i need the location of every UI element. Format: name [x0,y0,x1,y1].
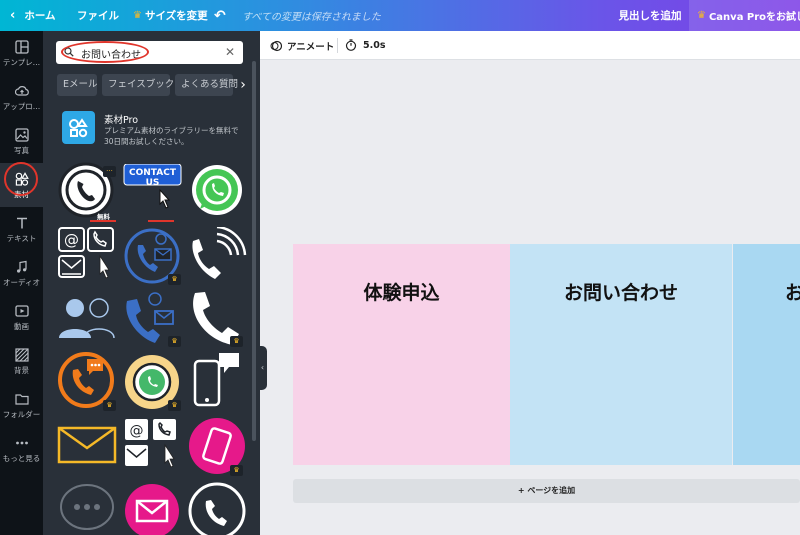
premium-crown-icon: ♛ [230,336,243,347]
chevron-right-icon[interactable]: › [236,74,250,96]
contact-us-button-element[interactable]: CONTACT US [123,164,183,216]
try-pro-button[interactable]: ♛ Canva Proをお試しください [689,0,800,31]
home-button[interactable]: ‹ ホーム [10,0,56,31]
timer-icon [345,39,357,51]
card-contact[interactable]: お問い合わせ [510,244,732,465]
contact-us-text: CONTACT US [129,168,176,188]
crown-icon: ♛ [133,10,142,21]
animate-button[interactable]: アニメート [270,39,334,53]
sidebar-item-label: テンプレ… [2,58,41,67]
photo-icon [14,128,29,142]
folder-icon [14,394,29,405]
speech-bubble-element[interactable] [57,481,117,535]
svg-text:@: @ [64,231,79,249]
sidebar-item-photos[interactable]: 写真 [0,119,43,163]
elements-highlight-circle [4,162,38,196]
card-trial[interactable]: 体験申込 [293,244,510,465]
premium-crown-icon: ♛ [103,400,116,411]
svg-text:@: @ [130,423,144,439]
toolbar-divider [337,38,338,53]
sidebar-item-more[interactable]: もっと見る [0,427,43,471]
sidebar-item-video[interactable]: 動画 [0,295,43,339]
contact-icons-white-element[interactable]: @ [123,417,183,475]
card-title: 体験申込 [363,282,440,304]
animate-label: アニメート [287,42,335,53]
sidebar-item-label: 動画 [14,322,29,331]
try-pro-label: Canva Proをお試しください [708,12,800,23]
sidebar-item-label: 背景 [14,366,29,375]
envelope-element[interactable] [57,416,117,468]
template-icon [14,40,29,54]
free-underline [90,220,116,222]
crown-icon: ♛ [697,10,706,21]
chip-facebook[interactable]: フェイスブック [102,74,174,96]
home-label: ホーム [24,10,56,22]
contact-icons-element[interactable]: @ [57,226,117,284]
envelope-magenta-element[interactable] [123,481,181,535]
premium-crown-icon: ♛ [168,336,181,347]
duration-button[interactable]: 5.0s [345,39,385,51]
clear-icon[interactable]: ✕ [225,45,235,59]
sidebar-item-label: もっと見る [2,454,41,463]
smartphone-chat-element[interactable] [189,349,247,411]
more-dots-icon[interactable]: ··· [103,166,116,177]
add-heading-button[interactable]: 見出しを追加 [612,0,688,31]
search-highlight-circle [61,41,149,63]
elements-panel: お問い合わせ ✕ Eメール フェイスブック よくある質問 › 素材Pro プレミ… [43,31,260,535]
panel-scrollbar[interactable] [252,61,256,441]
sidebar-item-audio[interactable]: オーディオ [0,251,43,295]
saved-status: すべての変更は保存されました [242,12,381,23]
resize-label: サイズを変更 [144,10,208,22]
sidebar-item-label: 写真 [14,146,29,155]
sidebar-item-uploads[interactable]: アップロ… [0,75,43,119]
whatsapp-element[interactable] [188,162,246,220]
background-icon [14,348,29,362]
animate-icon [270,40,282,52]
sidebar-item-label: アップロ… [2,102,41,111]
side-rail: テンプレ… アップロ… 写真 素材 テキスト オーディオ 動画 背景 フォルダー… [0,31,43,535]
sidebar-item-label: テキスト [6,234,37,243]
sidebar-item-text[interactable]: テキスト [0,207,43,251]
resize-button[interactable]: ♛ サイズを変更 [133,0,208,31]
text-icon [16,217,27,229]
chevron-left-icon: ‹ [10,8,16,23]
sidebar-item-label: オーディオ [3,278,40,287]
phone-white-circle-element[interactable] [187,481,247,535]
upload-icon [14,86,29,96]
premium-crown-icon: ♛ [230,465,243,476]
undo-icon[interactable]: ↶ [214,0,226,31]
card-title: お問い合わせ [563,282,678,304]
premium-crown-icon: ♛ [168,274,181,285]
chip-email[interactable]: Eメール [57,74,98,96]
card-third[interactable]: お [733,244,800,465]
whatsapp-icon [192,165,242,215]
card-title: お [785,282,800,304]
sidebar-item-templates[interactable]: テンプレ… [0,31,43,75]
add-page-button[interactable]: + ページを追加 [293,479,800,503]
pro-description: プレミアム素材のライブラリーを無料で30日間お試しください。 [104,126,239,146]
video-icon [14,305,29,317]
top-bar: ‹ ホーム ファイル ♛ サイズを変更 ↶ すべての変更は保存されました 見出し… [0,0,800,31]
phone-waves-element[interactable] [187,227,247,285]
sidebar-item-folders[interactable]: フォルダー [0,383,43,427]
file-menu-button[interactable]: ファイル [77,0,119,31]
pro-promo-card[interactable]: 素材Pro プレミアム素材のライブラリーを無料で30日間お試しください。 [58,109,248,149]
premium-crown-icon: ♛ [168,400,181,411]
duration-label: 5.0s [363,39,386,51]
sidebar-item-background[interactable]: 背景 [0,339,43,383]
people-element[interactable] [57,292,115,344]
free-underline [148,220,174,222]
sidebar-item-label: フォルダー [2,410,41,419]
audio-icon [16,260,27,273]
elements-pro-logo [62,111,95,144]
collapse-panel-button[interactable]: ‹ [258,346,267,390]
chip-faq[interactable]: よくある質問 [175,74,238,96]
pro-title: 素材Pro [104,115,139,126]
more-icon [15,441,28,445]
editor-toolbar: アニメート 5.0s [260,31,800,60]
design-page[interactable]: 体験申込 お問い合わせ お [293,244,800,465]
